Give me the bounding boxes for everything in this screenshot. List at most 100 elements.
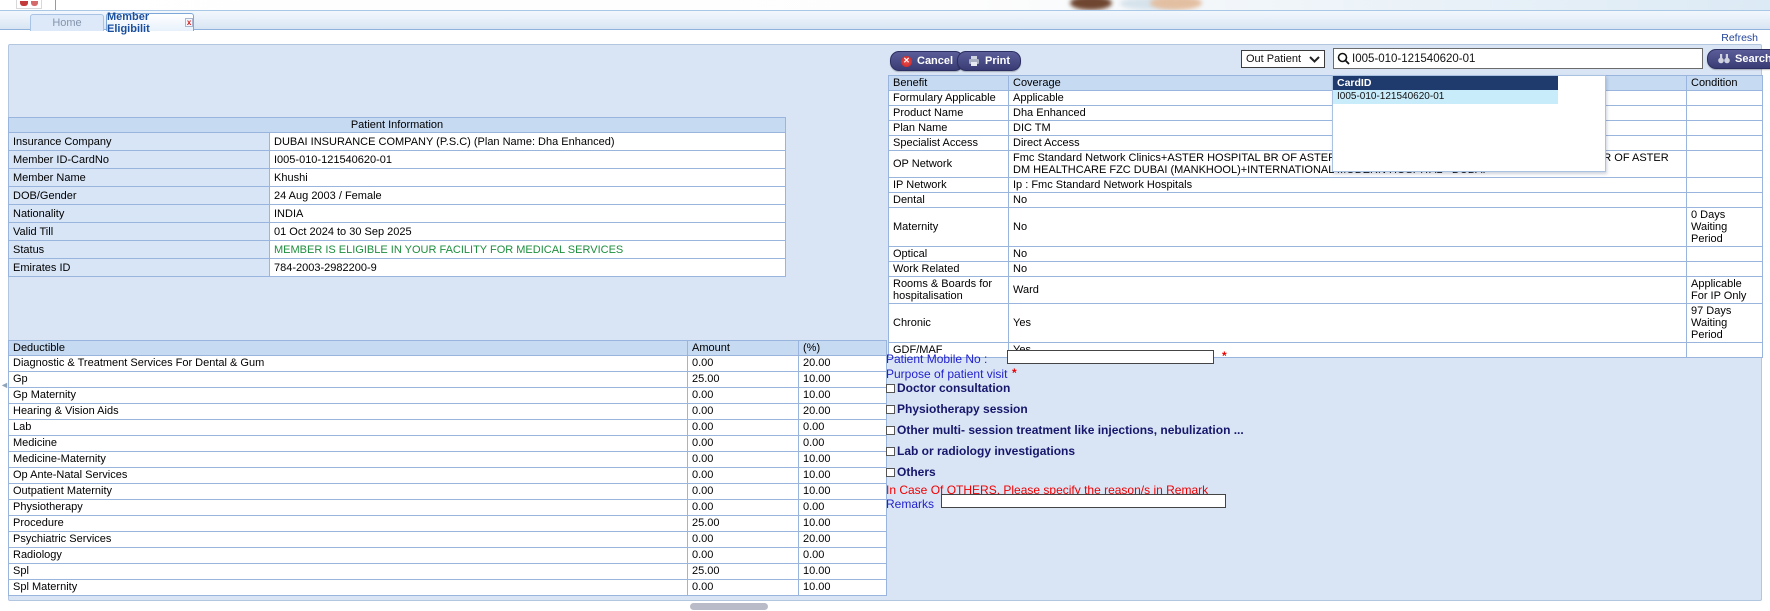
table-row: Emirates ID784-2003-2982200-9 <box>9 259 786 277</box>
table-row: Member NameKhushi <box>9 169 786 187</box>
deductible-amount: 25.00 <box>688 372 799 388</box>
print-button-label: Print <box>985 55 1010 67</box>
benefit-name: Rooms & Boards for hospitalisation <box>889 277 1009 304</box>
deductible-name: Medicine <box>9 436 688 452</box>
checkbox-label: Other multi- session treatment like inje… <box>897 423 1244 437</box>
field-value: 24 Aug 2003 / Female <box>270 187 786 205</box>
required-marker: * <box>1012 366 1017 380</box>
refresh-link[interactable]: Refresh <box>1721 32 1758 44</box>
deductible-name: Hearing & Vision Aids <box>9 404 688 420</box>
table-row: ChronicYes97 Days Waiting Period <box>889 304 1763 343</box>
tab-bar: Home Member Eligibilit x <box>0 10 1770 30</box>
table-row: Medicine-Maternity0.0010.00 <box>9 452 887 468</box>
table-row: OpticalNo <box>889 247 1763 262</box>
percent-header: (%) <box>799 341 887 356</box>
table-row: Plan NameDIC TM <box>889 121 1763 136</box>
deductible-pct: 0.00 <box>799 436 887 452</box>
benefit-name: IP Network <box>889 178 1009 193</box>
table-row: Op Ante-Natal Services0.0010.00 <box>9 468 887 484</box>
benefit-name: Chronic <box>889 304 1009 343</box>
deductible-name: Spl Maternity <box>9 580 688 596</box>
coverage-value: No <box>1009 262 1687 277</box>
checkbox-box[interactable] <box>886 447 895 456</box>
table-row: NationalityINDIA <box>9 205 786 223</box>
field-label: Nationality <box>9 205 270 223</box>
deductible-name: Op Ante-Natal Services <box>9 468 688 484</box>
deductible-pct: 10.00 <box>799 452 887 468</box>
checkbox-lab-radiology[interactable]: Lab or radiology investigations <box>886 444 1075 458</box>
checkbox-box[interactable] <box>886 468 895 477</box>
condition-value <box>1687 121 1763 136</box>
condition-value: Applicable For IP Only <box>1687 277 1763 304</box>
table-row: OP NetworkFmc Standard Network Clinics+A… <box>889 151 1763 178</box>
checkbox-other-multi-session[interactable]: Other multi- session treatment like inje… <box>886 423 1244 437</box>
deductible-amount: 0.00 <box>688 468 799 484</box>
cardid-dropdown-item[interactable]: I005-010-121540620-01 <box>1333 90 1558 104</box>
checkbox-doctor-consultation[interactable]: Doctor consultation <box>886 381 1010 395</box>
deductible-amount: 0.00 <box>688 356 799 372</box>
field-value: I005-010-121540620-01 <box>270 151 786 169</box>
table-row: DentalNo <box>889 193 1763 208</box>
checkbox-physiotherapy-session[interactable]: Physiotherapy session <box>886 402 1028 416</box>
deductible-amount: 0.00 <box>688 420 799 436</box>
tab-home[interactable]: Home <box>30 14 104 31</box>
banner-photo-blob <box>1070 0 1112 10</box>
deductible-amount: 0.00 <box>688 404 799 420</box>
condition-value: 97 Days Waiting Period <box>1687 304 1763 343</box>
panel-collapse-arrow[interactable]: ◄ <box>0 378 7 392</box>
field-value: INDIA <box>270 205 786 223</box>
search-button[interactable]: Search <box>1707 49 1770 69</box>
deductible-amount: 0.00 <box>688 580 799 596</box>
table-row: Radiology0.000.00 <box>9 548 887 564</box>
condition-value <box>1687 262 1763 277</box>
search-input[interactable] <box>1352 49 1702 68</box>
status-value: MEMBER IS ELIGIBLE IN YOUR FACILITY FOR … <box>270 241 786 259</box>
patient-mobile-input[interactable] <box>1007 350 1214 364</box>
checkbox-label: Others <box>897 465 936 479</box>
benefit-name: Plan Name <box>889 121 1009 136</box>
app-logo-fragment <box>16 0 42 9</box>
deductible-amount: 0.00 <box>688 532 799 548</box>
search-button-label: Search <box>1735 53 1770 65</box>
benefit-coverage-table: Benefit Coverage Condition Formulary App… <box>888 75 1763 358</box>
remarks-label: Remarks <box>886 497 934 511</box>
search-icon <box>1337 52 1350 65</box>
deductible-amount: 0.00 <box>688 452 799 468</box>
deductible-pct: 10.00 <box>799 468 887 484</box>
table-row: Procedure25.0010.00 <box>9 516 887 532</box>
field-label: Insurance Company <box>9 133 270 151</box>
tab-member-eligibility[interactable]: Member Eligibilit x <box>106 13 194 31</box>
patient-information-title: Patient Information <box>9 118 786 133</box>
benefit-header: Benefit <box>889 76 1009 91</box>
deductible-pct: 10.00 <box>799 580 887 596</box>
table-row: Hearing & Vision Aids0.0020.00 <box>9 404 887 420</box>
benefit-name: Dental <box>889 193 1009 208</box>
checkbox-label: Doctor consultation <box>897 381 1010 395</box>
horizontal-scrollbar-thumb[interactable] <box>690 603 768 610</box>
checkbox-box[interactable] <box>886 426 895 435</box>
print-button[interactable]: Print <box>957 51 1021 71</box>
table-row: Formulary ApplicableApplicable <box>889 91 1763 106</box>
deductible-amount: 25.00 <box>688 516 799 532</box>
table-row: Specialist AccessDirect Access <box>889 136 1763 151</box>
checkbox-box[interactable] <box>886 405 895 414</box>
banner-divider <box>55 0 56 10</box>
cancel-button[interactable]: ✕ Cancel <box>890 51 964 71</box>
checkbox-box[interactable] <box>886 384 895 393</box>
coverage-value: No <box>1009 193 1687 208</box>
benefit-name: Product Name <box>889 106 1009 121</box>
remarks-input[interactable] <box>941 494 1226 508</box>
chevron-down-icon <box>1309 56 1320 63</box>
table-row: Product NameDha Enhanced <box>889 106 1763 121</box>
table-row: Psychiatric Services0.0020.00 <box>9 532 887 548</box>
table-row: Rooms & Boards for hospitalisationWardAp… <box>889 277 1763 304</box>
tab-close-icon[interactable]: x <box>185 18 193 27</box>
checkbox-others[interactable]: Others <box>886 465 936 479</box>
visit-type-select[interactable]: Out Patient <box>1241 50 1325 68</box>
deductible-name: Lab <box>9 420 688 436</box>
table-row: MaternityNo0 Days Waiting Period <box>889 208 1763 247</box>
condition-value <box>1687 193 1763 208</box>
coverage-value: Ward <box>1009 277 1687 304</box>
field-label: Member Name <box>9 169 270 187</box>
deductible-amount: 0.00 <box>688 436 799 452</box>
